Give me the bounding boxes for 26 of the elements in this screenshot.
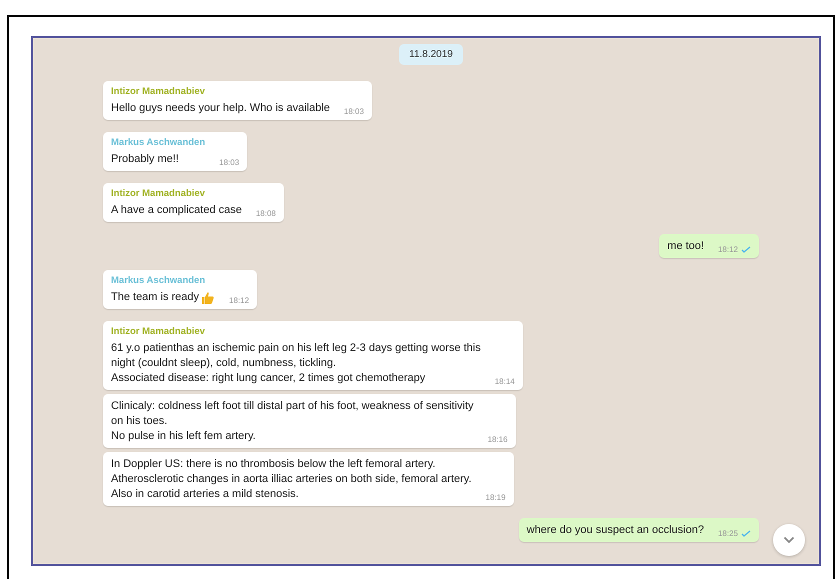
message-text: Hello guys needs your help. Who is available <box>111 101 330 116</box>
sender-name: Intizor Mamadnabiev <box>111 326 206 337</box>
message-time: 18:03 <box>219 158 240 167</box>
sender-name: Markus Aschwanden <box>111 137 206 148</box>
message-time: 18:12 <box>718 245 738 254</box>
message-text: A have a complicated case <box>111 203 242 218</box>
message-text: where do you suspect an occlusion? <box>526 523 704 538</box>
message-time: 18:19 <box>486 493 506 502</box>
message-text: The team is ready <box>111 290 200 305</box>
message-text: In Doppler US: there is no thrombosis below the left femoral artery. Atherosclerotic changes in aorta illiac arteries on both side, femoral artery. Also in carotid arteries a mild stenosis. <box>111 457 472 502</box>
sender-name: Intizor Mamadnabiev <box>111 188 206 199</box>
message-time: 18:25 <box>718 529 738 538</box>
sender-name: Markus Aschwanden <box>111 275 206 286</box>
message-time: 18:16 <box>488 435 508 444</box>
chevron-down-icon <box>783 536 795 544</box>
message-time: 18:08 <box>256 209 276 218</box>
message-time: 18:03 <box>344 107 364 116</box>
message-text: me too! <box>667 239 704 254</box>
sender-name: Intizor Mamadnabiev <box>111 86 206 97</box>
date-badge: 11.8.2019 <box>399 44 463 65</box>
message-text: Probably me!! <box>111 152 179 167</box>
message-time: 18:14 <box>494 377 515 386</box>
scroll-down-button[interactable] <box>773 524 805 556</box>
message-text: Clinicaly: coldness left foot till distal part of his foot, weakness of sensitivity on his toes. No pulse in his left fem artery. <box>111 399 474 444</box>
message-time: 18:12 <box>229 296 250 305</box>
message-text: 61 y.o patienthas an ischemic pain on his left leg 2-3 days getting worse this night (couldnt sleep), cold, numbness, tickling. Associated disease: right lung cancer, 2 times got chemotherapy <box>111 341 481 386</box>
